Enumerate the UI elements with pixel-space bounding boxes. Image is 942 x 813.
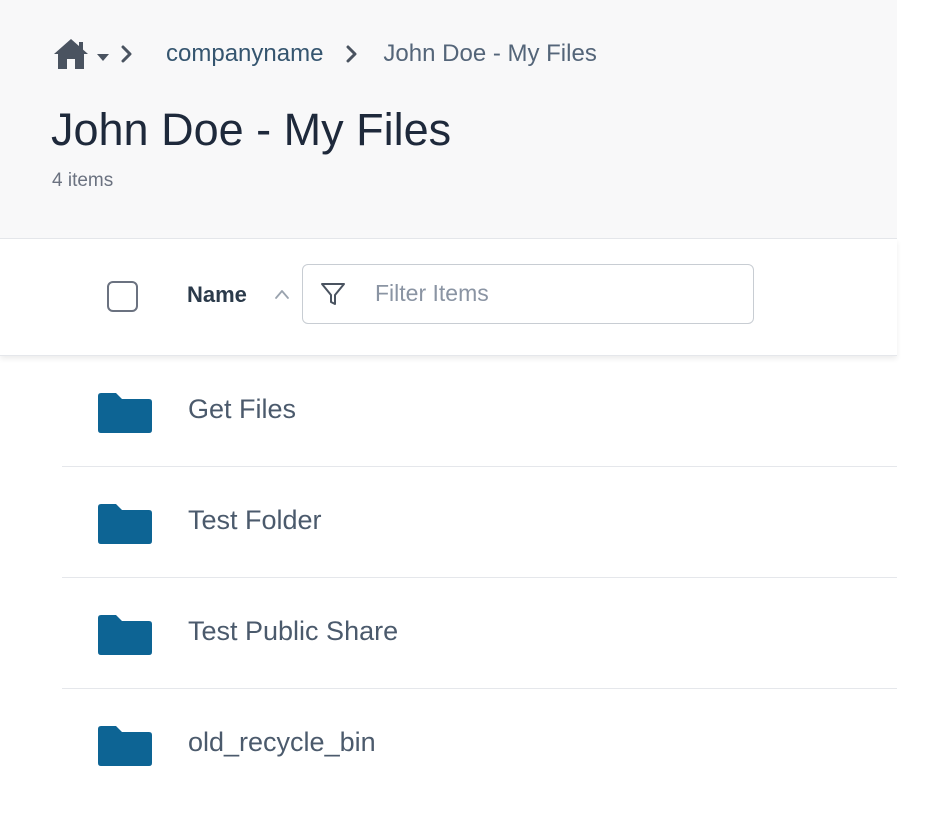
page-header: companyname John Doe - My Files John Doe…	[0, 0, 897, 239]
list-header: Name	[0, 239, 897, 356]
filter-items-input[interactable]	[375, 273, 735, 313]
chevron-right-icon	[121, 45, 132, 63]
chevron-right-icon	[346, 45, 357, 63]
filter-icon	[321, 283, 345, 305]
folder-icon	[98, 393, 152, 433]
list-item[interactable]: Test Folder	[0, 467, 897, 578]
breadcrumb-link-companyname[interactable]: companyname	[166, 40, 323, 68]
list-item-name: old_recycle_bin	[188, 727, 376, 757]
name-column-header[interactable]: Name	[187, 282, 247, 308]
sort-ascending-icon[interactable]	[274, 288, 290, 300]
list-item[interactable]: Test Public Share	[0, 578, 897, 689]
list-item[interactable]: Get Files	[0, 356, 897, 467]
home-icon[interactable]	[52, 37, 90, 71]
list-item-name: Test Public Share	[188, 616, 399, 646]
select-all-checkbox[interactable]	[107, 281, 138, 312]
filter-box[interactable]	[302, 264, 754, 324]
breadcrumb: companyname John Doe - My Files	[52, 34, 597, 74]
page-title: John Doe - My Files	[51, 104, 452, 155]
folder-icon	[98, 726, 152, 766]
breadcrumb-current: John Doe - My Files	[383, 40, 597, 67]
list-item[interactable]: old_recycle_bin	[0, 689, 897, 800]
list-item-name: Get Files	[188, 394, 297, 424]
folder-icon	[98, 615, 152, 655]
folder-icon	[98, 504, 152, 544]
file-browser-panel: companyname John Doe - My Files John Doe…	[0, 0, 897, 813]
item-count: 4 items	[52, 170, 114, 191]
list-item-name: Test Folder	[188, 505, 322, 535]
caret-down-icon[interactable]	[96, 52, 110, 62]
